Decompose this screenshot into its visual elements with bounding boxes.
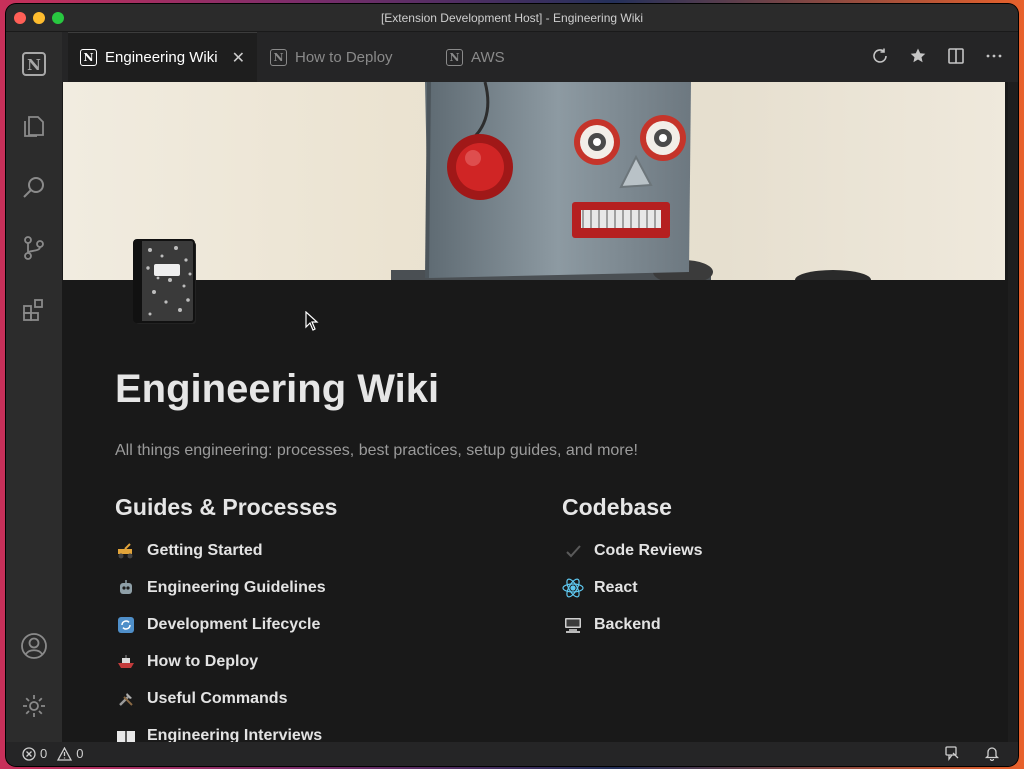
tab-how-to-deploy[interactable]: N How to Deploy: [258, 32, 405, 82]
svg-text:N: N: [27, 56, 41, 74]
app-window: [Extension Development Host] - Engineeri…: [6, 4, 1018, 766]
link-how-to-deploy[interactable]: How to Deploy: [115, 650, 326, 673]
page-title: Engineering Wiki: [115, 367, 440, 411]
star-icon[interactable]: [908, 46, 928, 66]
guides-heading: Guides & Processes: [115, 494, 338, 520]
page-cover-image: [63, 82, 1005, 280]
status-bar: 0 0: [6, 742, 1018, 766]
link-getting-started[interactable]: Getting Started: [115, 539, 326, 562]
link-useful-commands[interactable]: Useful Commands: [115, 687, 326, 710]
source-control-icon[interactable]: [18, 232, 50, 264]
link-label: Backend: [594, 615, 661, 633]
notebook-page-icon[interactable]: [130, 238, 200, 326]
tab-engineering-wiki[interactable]: N Engineering Wiki ✕: [68, 32, 257, 82]
page-subtitle: All things engineering: processes, best …: [115, 442, 638, 459]
warning-count: 0: [76, 746, 84, 761]
construction-icon: [115, 541, 137, 561]
editor-actions: [870, 46, 1004, 66]
window-title: [Extension Development Host] - Engineeri…: [380, 11, 644, 25]
link-engineering-guidelines[interactable]: Engineering Guidelines: [115, 576, 326, 599]
link-label: Useful Commands: [147, 689, 288, 707]
tab-label: AWS: [471, 48, 505, 66]
notion-page-icon: N: [80, 49, 97, 66]
tab-label: Engineering Wiki: [105, 49, 218, 66]
title-bar: [Extension Development Host] - Engineeri…: [6, 4, 1018, 32]
warning-icon: [57, 746, 73, 761]
link-backend[interactable]: Backend: [562, 613, 702, 636]
error-icon: [22, 746, 36, 761]
codebase-heading: Codebase: [562, 494, 672, 520]
link-label: React: [594, 578, 638, 596]
link-label: Getting Started: [147, 541, 263, 559]
react-icon: [562, 578, 584, 598]
link-react[interactable]: React: [562, 576, 702, 599]
link-label: Development Lifecycle: [147, 615, 321, 633]
link-label: Engineering Interviews: [147, 726, 323, 743]
problems-indicator[interactable]: 0 0: [22, 746, 83, 761]
activity-bar: N: [6, 32, 62, 742]
editor-tab-bar: N Engineering Wiki ✕ N How to Deploy N A…: [62, 32, 1018, 82]
link-development-lifecycle[interactable]: Development Lifecycle: [115, 613, 326, 636]
settings-gear-icon[interactable]: [18, 690, 50, 722]
guides-list: Getting Started Engineering Guidelines D…: [115, 539, 326, 742]
notifications-bell-icon[interactable]: [984, 745, 1000, 764]
notion-page-icon: N: [446, 48, 463, 66]
notion-logo-icon[interactable]: N: [18, 48, 50, 80]
split-editor-icon[interactable]: [946, 46, 966, 66]
robot-icon: [115, 578, 137, 598]
notion-page-icon: N: [270, 48, 287, 66]
error-count: 0: [40, 746, 48, 761]
link-label: Code Reviews: [594, 541, 703, 559]
computer-icon: [562, 615, 584, 635]
link-code-reviews[interactable]: Code Reviews: [562, 539, 702, 562]
tab-aws[interactable]: N AWS: [434, 32, 517, 82]
mouse-cursor-icon: [305, 310, 319, 336]
codebase-list: Code Reviews React Backend: [562, 539, 702, 636]
status-bar-right: [944, 745, 1000, 764]
extensions-icon[interactable]: [18, 294, 50, 326]
cycle-icon: [115, 615, 137, 635]
tools-icon: [115, 689, 137, 709]
link-label: Engineering Guidelines: [147, 578, 326, 596]
vertical-scrollbar[interactable]: [1008, 82, 1018, 742]
feedback-icon[interactable]: [944, 745, 960, 764]
check-icon: [562, 541, 584, 561]
link-engineering-interviews[interactable]: Engineering Interviews: [115, 724, 326, 742]
book-icon: [115, 726, 137, 743]
notion-page-view[interactable]: Engineering Wiki All things engineering:…: [62, 82, 1008, 742]
ship-icon: [115, 652, 137, 672]
search-icon[interactable]: [18, 172, 50, 204]
tab-label: How to Deploy: [295, 48, 393, 66]
close-tab-icon[interactable]: ✕: [232, 48, 245, 68]
explorer-icon[interactable]: [18, 110, 50, 142]
refresh-icon[interactable]: [870, 46, 890, 66]
account-icon[interactable]: [18, 630, 50, 662]
more-actions-icon[interactable]: [984, 46, 1004, 66]
link-label: How to Deploy: [147, 652, 259, 670]
